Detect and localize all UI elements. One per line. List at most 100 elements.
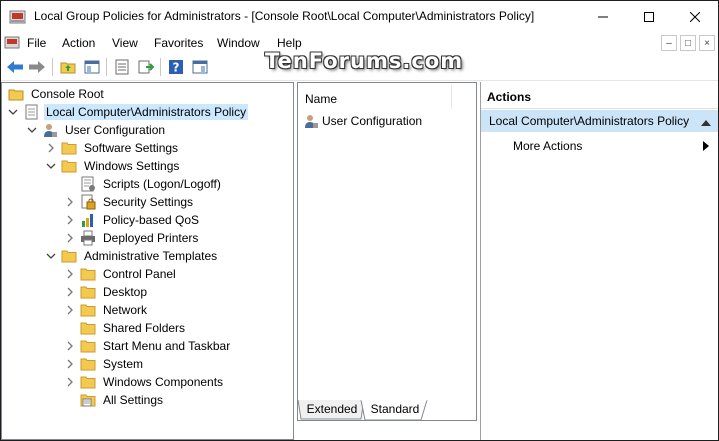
scripts-icon — [80, 176, 96, 192]
tree-item-label: Start Menu and Taskbar — [103, 339, 231, 353]
maximize-button[interactable] — [626, 1, 672, 32]
mdi-close-button[interactable]: × — [699, 35, 715, 51]
tree-item-scripts[interactable]: Scripts (Logon/Logoff) — [64, 175, 223, 193]
window-title: Local Group Policies for Administrators … — [34, 9, 535, 23]
chevron-right-icon[interactable] — [45, 142, 57, 154]
show-hide-action-pane-icon[interactable] — [190, 57, 210, 77]
folder-icon — [80, 356, 96, 372]
tree-item-label: Windows Components — [103, 375, 224, 389]
tree-item-windows-components[interactable]: Windows Components — [64, 373, 225, 391]
mmc-window: Local Group Policies for Administrators … — [0, 0, 719, 441]
tree-expander-none — [64, 178, 76, 190]
chevron-right-icon[interactable] — [64, 232, 76, 244]
tree-item-network[interactable]: Network — [64, 301, 149, 319]
folder-icon — [80, 374, 96, 390]
tree-item-label: Policy-based QoS — [103, 213, 200, 227]
tree-item-label: Control Panel — [103, 267, 176, 281]
chevron-right-icon[interactable] — [64, 340, 76, 352]
menu-view[interactable]: View — [112, 36, 138, 50]
properties-icon[interactable] — [112, 57, 132, 77]
help-icon[interactable]: ? — [166, 57, 186, 77]
tree-item-label: Scripts (Logon/Logoff) — [103, 177, 221, 191]
tree-item-user-configuration[interactable]: User Configuration — [26, 121, 167, 139]
menu-action[interactable]: Action — [62, 36, 95, 50]
chevron-right-icon[interactable] — [64, 214, 76, 226]
tree-item-control-panel[interactable]: Control Panel — [64, 265, 178, 283]
tree-item-system[interactable]: System — [64, 355, 145, 373]
user-config-icon — [303, 113, 319, 129]
submenu-arrow-icon[interactable] — [703, 140, 710, 154]
menu-window[interactable]: Window — [217, 36, 260, 50]
mdi-restore-button[interactable]: □ — [680, 35, 696, 51]
menu-file[interactable]: File — [27, 36, 46, 50]
column-header-label: Name — [305, 92, 338, 106]
tree-item-start-menu-taskbar[interactable]: Start Menu and Taskbar — [64, 337, 232, 355]
tree-item-windows-settings[interactable]: Windows Settings — [45, 157, 181, 175]
back-arrow-icon[interactable] — [5, 57, 25, 77]
menu-favorites[interactable]: Favorites — [154, 36, 203, 50]
security-settings-icon — [80, 194, 96, 210]
up-folder-icon[interactable] — [58, 57, 78, 77]
actions-section-administrators-policy[interactable]: Local Computer\Administrators Policy — [481, 110, 718, 132]
tree-item-label: Shared Folders — [103, 321, 186, 335]
all-settings-icon — [80, 392, 96, 408]
tree-item-administrators-policy[interactable]: Local Computer\Administrators Policy — [7, 103, 249, 121]
menu-help[interactable]: Help — [277, 36, 302, 50]
mdi-minimize-button[interactable]: – — [661, 35, 677, 51]
tree-item-administrative-templates[interactable]: Administrative Templates — [45, 247, 219, 265]
chevron-right-icon[interactable] — [64, 196, 76, 208]
chevron-right-icon[interactable] — [64, 376, 76, 388]
chevron-right-icon[interactable] — [64, 268, 76, 280]
tree-item-label: Deployed Printers — [103, 231, 199, 245]
tree-item-shared-folders[interactable]: Shared Folders — [64, 319, 187, 337]
chevron-right-icon[interactable] — [64, 304, 76, 316]
qos-chart-icon — [80, 212, 96, 228]
tree-item-policy-based-qos[interactable]: Policy-based QoS — [64, 211, 201, 229]
chevron-down-icon[interactable] — [45, 160, 57, 172]
folder-icon — [61, 248, 77, 264]
tree-item-software-settings[interactable]: Software Settings — [45, 139, 180, 157]
minimize-button[interactable] — [580, 1, 626, 32]
folder-icon — [80, 320, 96, 336]
tab-extended[interactable]: Extended — [303, 399, 361, 419]
forward-arrow-icon[interactable] — [27, 57, 47, 77]
tree-item-label: User Configuration — [65, 123, 166, 137]
tree-expander-none — [64, 322, 76, 334]
chevron-down-icon[interactable] — [26, 124, 38, 136]
tree-item-deployed-printers[interactable]: Deployed Printers — [64, 229, 200, 247]
minimize-icon — [598, 16, 608, 17]
printer-icon — [80, 230, 96, 246]
toolbar-separator — [106, 58, 107, 76]
chevron-down-icon[interactable] — [45, 250, 57, 262]
tenforums-watermark: TenForums.com — [265, 49, 464, 73]
list-item-user-configuration[interactable]: User Configuration — [303, 112, 422, 130]
actions-section-label: Local Computer\Administrators Policy — [489, 114, 690, 128]
tree-item-label: Desktop — [103, 285, 148, 299]
tree-item-desktop[interactable]: Desktop — [64, 283, 149, 301]
more-actions-item[interactable]: More Actions — [513, 139, 582, 153]
tab-standard[interactable]: Standard — [365, 399, 425, 419]
tree-item-security-settings[interactable]: Security Settings — [64, 193, 195, 211]
show-hide-tree-icon[interactable] — [82, 57, 102, 77]
chevron-right-icon[interactable] — [64, 286, 76, 298]
column-header-name[interactable]: Name — [298, 83, 476, 109]
mdi-child-icon[interactable] — [4, 35, 20, 51]
column-divider[interactable] — [451, 85, 452, 109]
title-bar[interactable]: Local Group Policies for Administrators … — [1, 1, 718, 32]
collapse-up-icon[interactable] — [701, 116, 711, 130]
gpedit-app-icon[interactable] — [9, 8, 26, 25]
close-button[interactable] — [672, 1, 718, 32]
export-list-icon[interactable] — [136, 57, 156, 77]
results-pane[interactable]: Name User Configuration — [297, 82, 477, 421]
chevron-right-icon[interactable] — [64, 358, 76, 370]
policy-document-icon — [23, 104, 39, 120]
maximize-icon — [644, 11, 654, 22]
console-tree-pane[interactable]: Console Root Local Computer\Administrato… — [1, 82, 294, 440]
user-config-icon — [42, 122, 58, 138]
tree-item-all-settings[interactable]: All Settings — [64, 391, 165, 409]
folder-icon — [80, 302, 96, 318]
folder-icon — [80, 284, 96, 300]
chevron-down-icon[interactable] — [7, 106, 19, 118]
tree-item-console-root[interactable]: Console Root — [4, 85, 106, 103]
toolbar-separator — [160, 58, 161, 76]
